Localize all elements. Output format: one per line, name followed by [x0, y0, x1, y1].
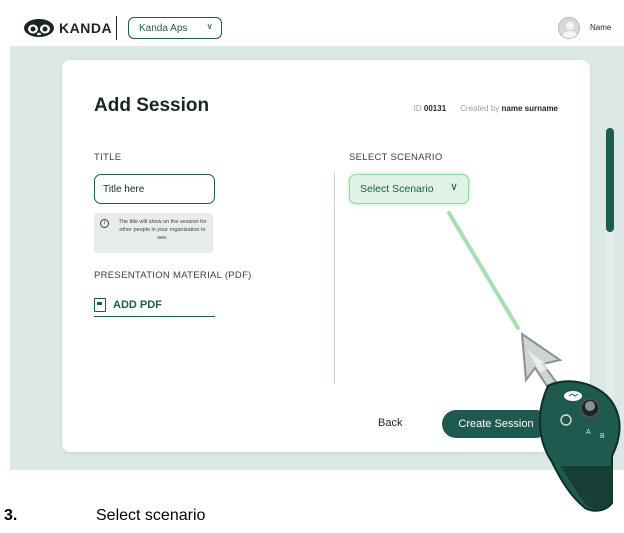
controller-button-a: A [586, 429, 591, 436]
step-caption: Select scenario [96, 507, 206, 524]
vr-pointer-beam [447, 211, 520, 330]
tutorial-slide: KANDA Kanda Aps ∨ Name Add Session ID 00… [0, 0, 624, 533]
vr-pointer-icon [520, 331, 563, 388]
vr-pointer-overlay: A B [447, 211, 621, 512]
vr-controller-icon: A B [538, 380, 621, 512]
controller-button-b: B [600, 433, 605, 440]
step-number: 3. [4, 507, 18, 524]
